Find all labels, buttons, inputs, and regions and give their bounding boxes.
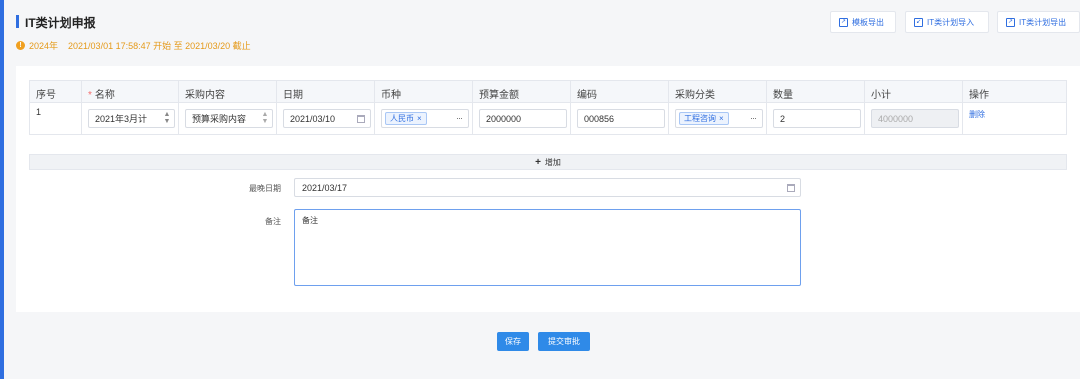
quantity-input[interactable]: 2 — [773, 109, 861, 128]
warning-icon: ! — [16, 41, 25, 50]
tag-close-icon[interactable]: × — [417, 114, 422, 123]
stepper-icon[interactable]: ▲ ▼ — [163, 111, 171, 125]
export-label: IT类计划导出 — [1019, 17, 1067, 27]
period-text: 2021/03/01 17:58:47 开始 至 2021/03/20 截止 — [68, 41, 251, 51]
template-export-label: 模板导出 — [852, 17, 884, 27]
category-select[interactable]: 工程咨询 × ··· — [675, 109, 763, 128]
category-tag: 工程咨询 × — [679, 112, 729, 125]
delete-link[interactable]: 删除 — [969, 109, 985, 120]
col-content: 采购内容 — [185, 90, 225, 101]
col-date: 日期 — [283, 90, 303, 101]
import-button[interactable]: ↙ IT类计划导入 — [905, 11, 989, 33]
more-icon[interactable]: ··· — [456, 113, 463, 123]
currency-tag: 人民币 × — [385, 112, 427, 125]
submit-approval-button[interactable]: 提交审批 — [538, 332, 590, 351]
col-subtotal: 小计 — [871, 90, 891, 101]
remark-textarea[interactable]: 备注 — [294, 209, 801, 286]
title-accent — [16, 15, 19, 28]
add-row-button[interactable]: + 增加 — [29, 154, 1067, 170]
remark-label: 备注 — [265, 217, 281, 226]
import-label: IT类计划导入 — [927, 17, 975, 27]
col-quantity: 数量 — [773, 90, 793, 101]
period-info: ! 2024年 2021/03/01 17:58:47 开始 至 2021/03… — [16, 39, 251, 52]
export-button[interactable]: ↗ IT类计划导出 — [997, 11, 1080, 33]
name-input[interactable]: 2021年3月计 ▲ ▼ — [88, 109, 175, 128]
subtotal-input: 4000000 — [871, 109, 959, 128]
template-export-icon: ↗ — [839, 17, 848, 27]
col-budget: 预算金额 — [479, 90, 519, 101]
latest-date-label: 最晚日期 — [249, 184, 281, 193]
page-header: IT类计划申报 ! 2024年 2021/03/01 17:58:47 开始 至… — [14, 10, 1080, 62]
row-index: 1 — [36, 107, 42, 117]
left-accent-bar — [0, 0, 4, 379]
main-panel: 序号 * 名称 采购内容 日期 币种 预算金额 编码 采购分类 数量 小计 操作 … — [16, 66, 1080, 312]
table-row: 1 2021年3月计 ▲ ▼ 预算采购内容 ▲ ▼ 2021/03/10 人民币… — [30, 103, 1066, 134]
currency-select[interactable]: 人民币 × ··· — [381, 109, 469, 128]
col-category: 采购分类 — [675, 90, 715, 101]
export-icon: ↗ — [1006, 17, 1015, 27]
table-header: 序号 * 名称 采购内容 日期 币种 预算金额 编码 采购分类 数量 小计 操作 — [30, 81, 1066, 103]
budget-input[interactable]: 2000000 — [479, 109, 567, 128]
import-icon: ↙ — [914, 17, 923, 27]
col-currency: 币种 — [381, 90, 401, 101]
content-select[interactable]: 预算采购内容 ▲ ▼ — [185, 109, 273, 128]
plan-table: 序号 * 名称 采购内容 日期 币种 预算金额 编码 采购分类 数量 小计 操作 … — [29, 80, 1067, 135]
latest-date-input[interactable]: 2021/03/17 — [294, 178, 801, 197]
plus-icon: + — [535, 156, 541, 168]
col-name: * 名称 — [88, 90, 115, 101]
col-action: 操作 — [969, 90, 989, 101]
year-text: 2024年 — [29, 41, 59, 51]
save-button[interactable]: 保存 — [497, 332, 529, 351]
calendar-icon[interactable] — [787, 184, 795, 192]
add-label: 增加 — [544, 157, 561, 167]
more-icon[interactable]: ··· — [750, 113, 757, 123]
calendar-icon[interactable] — [357, 115, 365, 123]
col-code: 编码 — [577, 90, 597, 101]
template-export-button[interactable]: ↗ 模板导出 — [830, 11, 896, 33]
tag-close-icon[interactable]: × — [719, 114, 724, 123]
col-index: 序号 — [36, 90, 56, 101]
page-title: IT类计划申报 — [25, 16, 96, 30]
date-input[interactable]: 2021/03/10 — [283, 109, 371, 128]
code-input[interactable]: 000856 — [577, 109, 665, 128]
select-arrow-icon[interactable]: ▲ ▼ — [261, 111, 269, 125]
